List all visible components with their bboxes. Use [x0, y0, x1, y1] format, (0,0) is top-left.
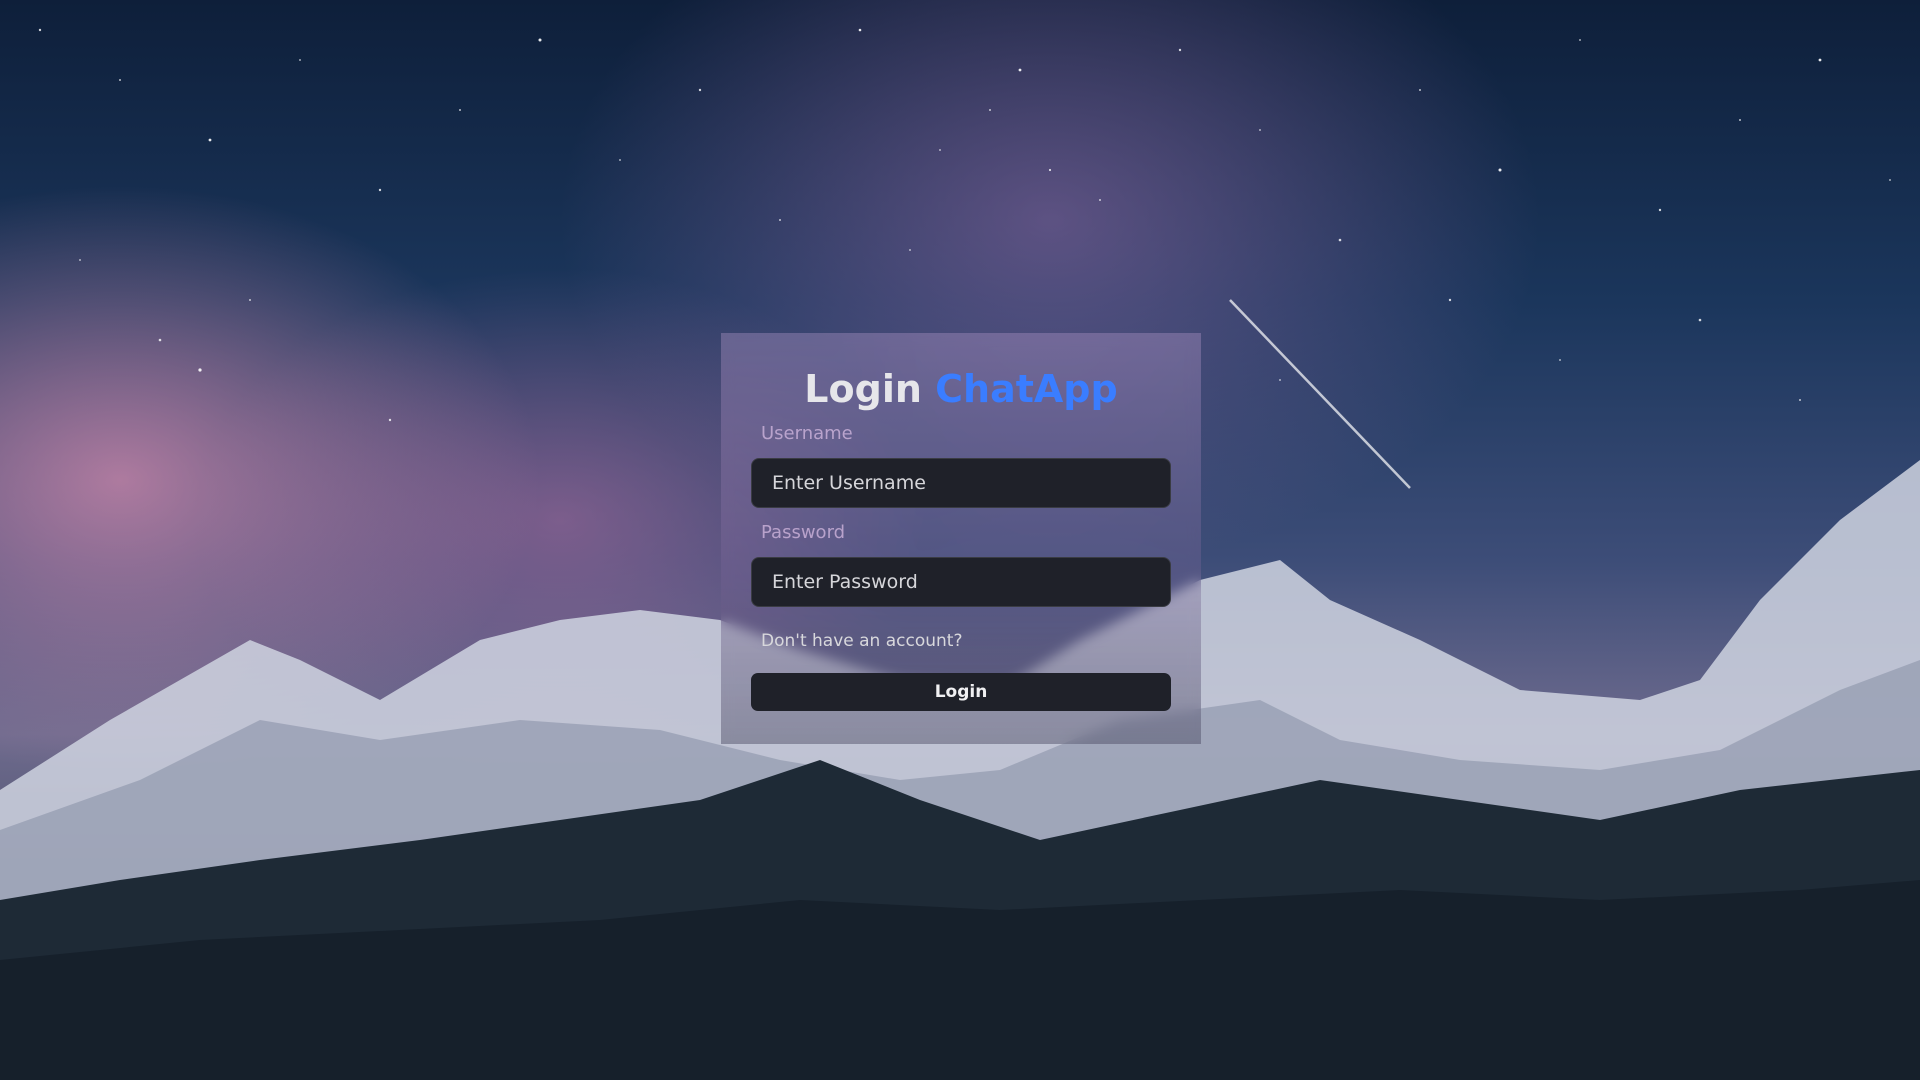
- brand-name: ChatApp: [935, 367, 1118, 411]
- login-button[interactable]: Login: [751, 672, 1171, 711]
- signup-link[interactable]: Don't have an account?: [761, 631, 962, 651]
- password-label: Password: [761, 521, 846, 543]
- login-card: Login ChatApp Username Password Don't ha…: [721, 333, 1201, 744]
- username-label: Username: [761, 422, 853, 444]
- password-input[interactable]: [751, 556, 1171, 607]
- login-title: Login ChatApp: [751, 367, 1171, 413]
- background-scene: Login ChatApp Username Password Don't ha…: [0, 0, 1920, 1080]
- login-title-text: Login: [804, 367, 922, 411]
- username-input[interactable]: [751, 457, 1171, 508]
